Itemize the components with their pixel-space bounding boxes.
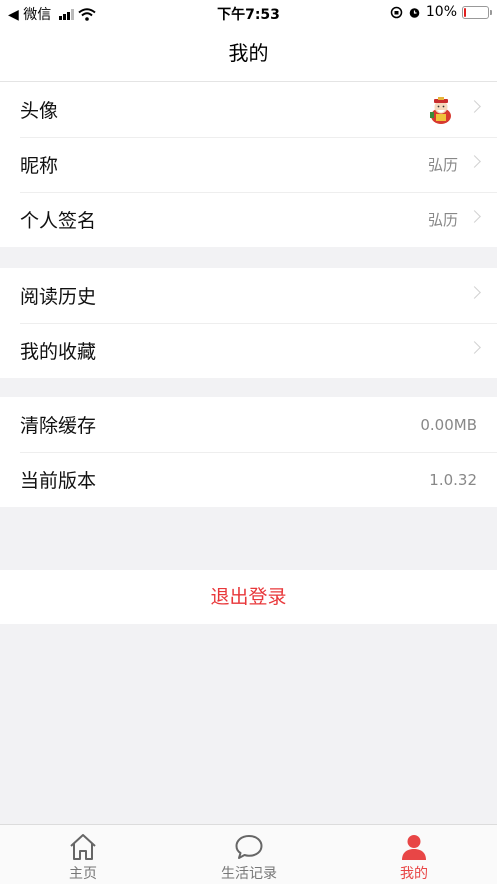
home-icon xyxy=(70,834,96,860)
row-label: 头像 xyxy=(20,100,59,122)
status-bar: ◀ 微信 下午7:53 10% xyxy=(0,0,497,27)
tab-label: 我的 xyxy=(400,866,428,882)
tab-home[interactable]: 主页 xyxy=(0,825,166,884)
battery-fill xyxy=(464,7,466,17)
avatar-row[interactable]: 头像 xyxy=(0,82,497,137)
profile-group: 头像 昵称 弘历 个人签名 弘历 xyxy=(0,82,497,247)
avatar-icon xyxy=(430,97,451,124)
person-icon xyxy=(402,835,426,860)
alarm-icon xyxy=(409,7,420,18)
version-number: 1.0.32 xyxy=(429,470,477,489)
tab-label: 生活记录 xyxy=(221,866,277,882)
chevron-right-icon xyxy=(468,341,481,354)
orientation-lock-icon xyxy=(390,6,403,18)
reading-history-row[interactable]: 阅读历史 xyxy=(0,268,497,323)
chevron-right-icon xyxy=(468,286,481,299)
signature-row[interactable]: 个人签名 弘历 xyxy=(0,192,497,247)
row-label: 清除缓存 xyxy=(20,415,97,437)
row-label: 昵称 xyxy=(20,155,59,177)
tab-label: 主页 xyxy=(69,866,97,882)
version-row: 当前版本 1.0.32 xyxy=(0,452,497,507)
cache-size: 0.00MB xyxy=(420,415,477,434)
chevron-right-icon xyxy=(468,100,481,113)
favorites-row[interactable]: 我的收藏 xyxy=(0,323,497,378)
row-label: 当前版本 xyxy=(20,470,97,492)
system-group: 清除缓存 0.00MB 当前版本 1.0.32 xyxy=(0,397,497,507)
chevron-right-icon xyxy=(468,155,481,168)
status-right: 10% xyxy=(390,4,492,20)
page-title: 我的 xyxy=(0,27,497,82)
logout-button[interactable]: 退出登录 xyxy=(0,570,497,624)
chevron-right-icon xyxy=(468,210,481,223)
tab-mine[interactable]: 我的 xyxy=(331,825,497,884)
row-value: 弘历 xyxy=(427,156,458,174)
nickname-row[interactable]: 昵称 弘历 xyxy=(0,137,497,192)
battery-percent: 10% xyxy=(425,4,457,20)
library-group: 阅读历史 我的收藏 xyxy=(0,268,497,378)
row-value: 弘历 xyxy=(427,211,458,229)
chat-bubble-icon xyxy=(235,835,263,859)
row-label: 我的收藏 xyxy=(20,341,97,363)
clear-cache-row[interactable]: 清除缓存 0.00MB xyxy=(0,397,497,452)
battery-icon xyxy=(462,5,492,19)
tab-bar: 主页 生活记录 我的 xyxy=(0,824,497,884)
tab-life-records[interactable]: 生活记录 xyxy=(166,825,332,884)
row-label: 阅读历史 xyxy=(20,286,97,308)
row-label: 个人签名 xyxy=(20,210,97,232)
